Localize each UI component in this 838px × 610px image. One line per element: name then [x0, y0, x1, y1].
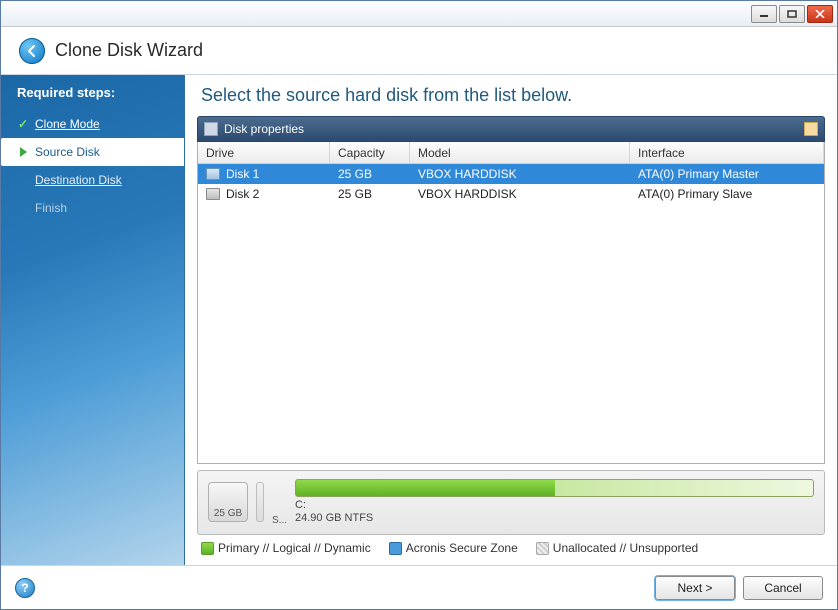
cell-model: VBOX HARDDISK	[410, 187, 630, 201]
maximize-button[interactable]	[779, 5, 805, 23]
col-interface[interactable]: Interface	[630, 142, 824, 163]
swatch-secure-icon	[389, 542, 402, 555]
disk-properties-header: Disk properties	[197, 116, 825, 142]
col-capacity[interactable]: Capacity	[330, 142, 410, 163]
back-button[interactable]	[19, 38, 45, 64]
required-steps-label: Required steps:	[17, 85, 184, 100]
panel-title: Disk properties	[224, 122, 304, 136]
titlebar	[1, 1, 837, 27]
cell-model: VBOX HARDDISK	[410, 167, 630, 181]
table-rows: Disk 1 25 GB VBOX HARDDISK ATA(0) Primar…	[198, 164, 824, 463]
step-finish: Finish	[17, 194, 184, 222]
minimize-button[interactable]	[751, 5, 777, 23]
footer: ? Next > Cancel	[1, 565, 837, 609]
step-clone-mode[interactable]: ✓ Clone Mode	[17, 110, 184, 138]
step-label: Source Disk	[35, 145, 100, 159]
disk-icon	[206, 188, 220, 200]
swatch-primary-icon	[201, 542, 214, 555]
arrow-icon	[17, 147, 29, 157]
step-label: Clone Mode	[35, 117, 100, 131]
cell-drive: Disk 2	[226, 187, 259, 201]
legend: Primary // Logical // Dynamic Acronis Se…	[197, 535, 825, 557]
step-label: Destination Disk	[35, 173, 122, 187]
cell-interface: ATA(0) Primary Master	[630, 167, 824, 181]
cell-capacity: 25 GB	[330, 167, 410, 181]
help-button[interactable]: ?	[15, 578, 35, 598]
table-row[interactable]: Disk 2 25 GB VBOX HARDDISK ATA(0) Primar…	[198, 184, 824, 204]
instruction-text: Select the source hard disk from the lis…	[201, 85, 825, 106]
partition-viewer: 25 GB S... C: 24.90 GB NTFS	[197, 470, 825, 534]
disk-size-label: 25 GB	[214, 508, 242, 519]
disk-icon	[206, 168, 220, 180]
cell-interface: ATA(0) Primary Slave	[630, 187, 824, 201]
wizard-header: Clone Disk Wizard	[1, 27, 837, 75]
system-reserved-label: S...	[272, 515, 287, 526]
body: Required steps: ✓ Clone Mode Source Disk…	[1, 75, 837, 565]
table-row[interactable]: Disk 1 25 GB VBOX HARDDISK ATA(0) Primar…	[198, 164, 824, 184]
button-row: Next > Cancel	[655, 576, 823, 600]
cancel-button[interactable]: Cancel	[743, 576, 823, 600]
properties-icon	[204, 122, 218, 136]
legend-unallocated: Unallocated // Unsupported	[536, 541, 698, 555]
step-label: Finish	[35, 201, 67, 215]
step-destination-disk[interactable]: Destination Disk	[17, 166, 184, 194]
wizard-window: Clone Disk Wizard Required steps: ✓ Clon…	[0, 0, 838, 610]
next-button[interactable]: Next >	[655, 576, 735, 600]
volume-detail: 24.90 GB NTFS	[295, 512, 373, 524]
swatch-unallocated-icon	[536, 542, 549, 555]
cell-capacity: 25 GB	[330, 187, 410, 201]
disk-summary-block: 25 GB	[208, 482, 248, 522]
panel-action-icon[interactable]	[804, 122, 818, 136]
check-icon: ✓	[17, 117, 29, 131]
cell-drive: Disk 1	[226, 167, 259, 181]
disk-grid: Drive Capacity Model Interface Disk 1 25…	[197, 142, 825, 464]
main-pane: Select the source hard disk from the lis…	[185, 75, 837, 565]
close-button[interactable]	[807, 5, 833, 23]
col-model[interactable]: Model	[410, 142, 630, 163]
col-drive[interactable]: Drive	[198, 142, 330, 163]
primary-partition-block[interactable]: C: 24.90 GB NTFS	[295, 479, 814, 525]
step-source-disk[interactable]: Source Disk	[1, 138, 184, 166]
partition-usage-bar	[295, 479, 814, 497]
sidebar: Required steps: ✓ Clone Mode Source Disk…	[1, 75, 185, 565]
partition-usage-fill	[296, 480, 554, 496]
wizard-title: Clone Disk Wizard	[55, 40, 203, 61]
volume-letter: C:	[295, 499, 306, 511]
legend-primary: Primary // Logical // Dynamic	[201, 541, 371, 555]
system-reserved-block[interactable]	[256, 482, 264, 522]
column-headers: Drive Capacity Model Interface	[198, 142, 824, 164]
legend-secure-zone: Acronis Secure Zone	[389, 541, 518, 555]
